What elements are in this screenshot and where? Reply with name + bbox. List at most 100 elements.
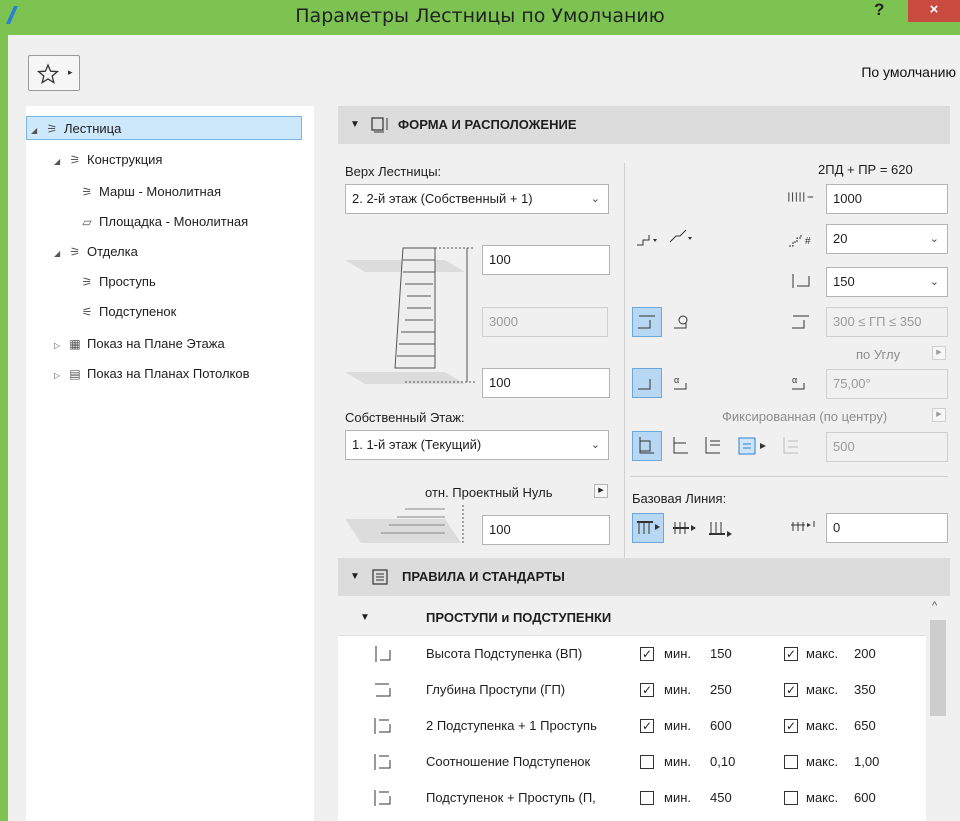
section-header-rules[interactable]: ▼ ПРАВИЛА И СТАНДАРТЫ bbox=[338, 558, 950, 596]
flight-type-button[interactable] bbox=[666, 222, 696, 252]
svg-text:α: α bbox=[792, 375, 797, 385]
max-checkbox[interactable] bbox=[784, 791, 798, 805]
reference-label: отн. Проектный Нуль bbox=[425, 485, 553, 500]
window-title: Параметры Лестницы по Умолчанию bbox=[295, 5, 665, 27]
min-value[interactable]: 0,10 bbox=[710, 744, 735, 780]
max-checkbox[interactable]: ✓ bbox=[784, 683, 798, 697]
stair-section-illustration bbox=[345, 247, 475, 384]
close-button[interactable]: × bbox=[908, 0, 960, 22]
sum-icon bbox=[374, 790, 391, 806]
min-label: мин. bbox=[664, 682, 691, 697]
min-checkbox[interactable]: ✓ bbox=[640, 719, 654, 733]
section-header-shape[interactable]: ▼ ФОРМА И РАСПОЛОЖЕНИЕ bbox=[338, 106, 950, 144]
riser-count-value: 20 bbox=[833, 231, 848, 246]
tread-depth-mode-button[interactable] bbox=[632, 307, 662, 337]
walkline-offset-field: 500 bbox=[826, 432, 948, 462]
tree-item-finish[interactable]: ◢ ⚞ Отделка bbox=[54, 240, 138, 264]
angle-mode-button[interactable]: α bbox=[668, 368, 698, 398]
max-value[interactable]: 600 bbox=[854, 780, 876, 816]
walkline-menu-icon-button[interactable] bbox=[736, 433, 776, 459]
expand-icon[interactable]: ▷ bbox=[54, 364, 66, 388]
by-angle-menu-button[interactable]: ▶ bbox=[932, 346, 946, 360]
table-row: Подступенок + Проступь (П, мин. 450 макс… bbox=[338, 780, 926, 816]
table-row: Высота Подступенка (ВП) ✓ мин. 150 ✓ мак… bbox=[338, 636, 926, 672]
tree-item-floor-plan[interactable]: ▷ ▦ Показ на Плане Этажа bbox=[54, 332, 225, 356]
ceiling-plan-icon: ▤ bbox=[69, 367, 81, 381]
collapse-icon[interactable]: ▼ bbox=[350, 106, 360, 144]
baseline-center-button[interactable] bbox=[668, 513, 700, 543]
rules-table: Высота Подступенка (ВП) ✓ мин. 150 ✓ мак… bbox=[338, 636, 926, 821]
walkline-menu-button[interactable]: ▶ bbox=[932, 408, 946, 422]
max-value[interactable]: 650 bbox=[854, 708, 876, 744]
collapse-icon[interactable]: ◢ bbox=[31, 119, 43, 143]
scroll-up-icon[interactable]: ^ bbox=[932, 600, 937, 612]
home-story-select[interactable]: 1. 1-й этаж (Текущий) ⌄ bbox=[345, 430, 609, 460]
goal-mode-button[interactable] bbox=[668, 307, 698, 337]
collapse-icon[interactable]: ◢ bbox=[54, 242, 66, 266]
min-checkbox[interactable]: ✓ bbox=[640, 647, 654, 661]
min-checkbox[interactable] bbox=[640, 755, 654, 769]
min-label: мин. bbox=[664, 646, 691, 661]
tree-item-label: Показ на Планах Потолков bbox=[87, 366, 250, 381]
bottom-offset-input[interactable]: 100 bbox=[482, 368, 610, 398]
scroll-thumb[interactable] bbox=[930, 620, 946, 716]
window-border bbox=[0, 35, 8, 821]
tree-item-stair[interactable]: ◢ ⚞ Лестница bbox=[26, 116, 302, 140]
tree-item-flight[interactable]: ⚞ Марш - Монолитная bbox=[78, 180, 221, 204]
geometry-icon bbox=[371, 117, 388, 133]
max-label: макс. bbox=[806, 682, 839, 697]
walkline-right-button[interactable] bbox=[698, 431, 728, 461]
star-icon bbox=[37, 63, 59, 84]
max-checkbox[interactable]: ✓ bbox=[784, 647, 798, 661]
baseline-offset-input[interactable]: 0 bbox=[826, 513, 948, 543]
tree-item-label: Марш - Монолитная bbox=[99, 184, 221, 199]
max-checkbox[interactable]: ✓ bbox=[784, 719, 798, 733]
collapse-icon[interactable]: ◢ bbox=[54, 150, 66, 174]
min-value[interactable]: 450 bbox=[710, 780, 732, 816]
min-value[interactable]: 250 bbox=[710, 672, 732, 708]
stair-width-input[interactable]: 1000 bbox=[826, 184, 948, 214]
collapse-icon[interactable]: ▼ bbox=[360, 600, 370, 636]
tree-item-tread[interactable]: ⚞ Проступь bbox=[78, 270, 156, 294]
walkline-left-button[interactable] bbox=[632, 431, 662, 461]
tread-icon: ⚞ bbox=[81, 275, 93, 289]
min-checkbox[interactable]: ✓ bbox=[640, 683, 654, 697]
max-value[interactable]: 200 bbox=[854, 636, 876, 672]
riser-count-select[interactable]: 20 ⌄ bbox=[826, 224, 948, 254]
riser-icon: ⚟ bbox=[81, 305, 93, 319]
svg-text:α: α bbox=[674, 375, 679, 385]
fixed-angle-button[interactable] bbox=[632, 368, 662, 398]
table-row: Соотношение Подступенок мин. 0,10 макс. … bbox=[338, 744, 926, 780]
tree-item-riser[interactable]: ⚟ Подступенок bbox=[78, 300, 177, 324]
max-value[interactable]: 1,00 bbox=[854, 744, 879, 780]
min-label: мин. bbox=[664, 718, 691, 733]
collapse-icon[interactable]: ▼ bbox=[350, 558, 360, 596]
min-checkbox[interactable] bbox=[640, 791, 654, 805]
reference-menu-button[interactable]: ▶ bbox=[594, 484, 608, 498]
tree-item-landing[interactable]: ▱ Площадка - Монолитная bbox=[78, 210, 248, 234]
tree-item-structure[interactable]: ◢ ⚞ Конструкция bbox=[54, 148, 162, 172]
rule-name: Высота Подступенка (ВП) bbox=[426, 646, 583, 661]
max-value[interactable]: 350 bbox=[854, 672, 876, 708]
riser-height-select[interactable]: 150 ⌄ bbox=[826, 267, 948, 297]
rules-scrollbar[interactable]: ^ bbox=[926, 600, 950, 821]
tree-item-ceiling-plan[interactable]: ▷ ▤ Показ на Планах Потолков bbox=[54, 362, 250, 386]
expand-icon[interactable]: ▷ bbox=[54, 334, 66, 358]
baseline-right-button[interactable] bbox=[704, 513, 736, 543]
baseline-left-button[interactable] bbox=[632, 513, 664, 543]
min-value[interactable]: 150 bbox=[710, 636, 732, 672]
fixed-walkline-label: Фиксированная (по центру) bbox=[722, 409, 888, 424]
rules-icon bbox=[372, 569, 388, 585]
stair-type-button[interactable] bbox=[632, 224, 662, 254]
max-checkbox[interactable] bbox=[784, 755, 798, 769]
reference-offset-input[interactable]: 100 bbox=[482, 515, 610, 545]
walkline-center-button[interactable] bbox=[666, 431, 696, 461]
tread-range-field: 300 ≤ ГП ≤ 350 bbox=[826, 307, 948, 337]
chevron-down-icon: ⌄ bbox=[929, 276, 939, 288]
subsection-header-treads[interactable]: ▼ ПРОСТУПИ и ПОДСТУПЕНКИ bbox=[338, 600, 950, 636]
min-value[interactable]: 600 bbox=[710, 708, 732, 744]
help-button[interactable]: ? bbox=[874, 0, 884, 20]
top-offset-input[interactable]: 100 bbox=[482, 245, 610, 275]
max-label: макс. bbox=[806, 646, 839, 661]
top-story-select[interactable]: 2. 2-й этаж (Собственный + 1) ⌄ bbox=[345, 184, 609, 214]
